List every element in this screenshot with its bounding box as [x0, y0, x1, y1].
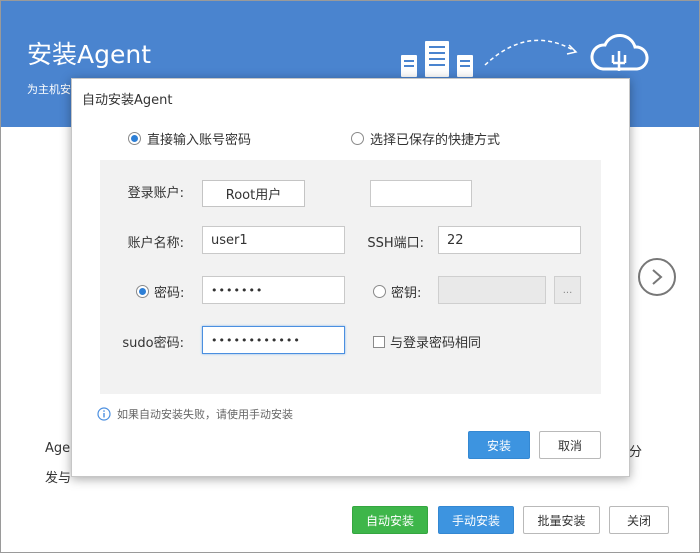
credentials-panel: 登录账户: Root用户 其他用户 账户名称: user1 SSH端口: 22 …: [100, 160, 601, 394]
install-hint-text: 如果自动安装失败，请使用手动安装: [117, 408, 293, 421]
manual-install-button[interactable]: 手动安装: [438, 506, 514, 534]
batch-install-button[interactable]: 批量安装: [523, 506, 600, 534]
chevron-right-icon: [652, 269, 663, 285]
same-as-login-label: 与登录密码相同: [390, 336, 482, 351]
account-name-input[interactable]: user1: [202, 226, 345, 254]
background-description-line1: Age: [45, 441, 71, 456]
install-button[interactable]: 安装: [468, 431, 530, 459]
password-input[interactable]: •••••••: [202, 276, 345, 304]
banner-title: 安装Agent: [27, 40, 151, 69]
auto-install-dialog: 自动安装Agent 直接输入账号密码 选择已保存的快捷方式 登录账户: Root…: [71, 78, 630, 477]
auto-install-button[interactable]: 自动安装: [352, 506, 428, 534]
ssh-port-input[interactable]: 22: [438, 226, 581, 254]
key-label: 密钥:: [391, 286, 422, 301]
password-radio[interactable]: [136, 285, 149, 298]
mode-direct-radio[interactable]: [128, 132, 141, 145]
same-as-login-checkbox[interactable]: [373, 335, 385, 348]
key-option[interactable]: 密钥:: [373, 282, 421, 301]
sudo-password-input[interactable]: ••••••••••••: [202, 326, 345, 354]
mode-direct-option[interactable]: 直接输入账号密码: [128, 129, 251, 148]
password-label: 密码:: [154, 286, 185, 301]
install-agent-window: 安装Agent 为主机安 Age 分 发与 自动安装 手动安装 批量安装 关闭: [0, 0, 700, 553]
account-name-label: 账户名称:: [127, 236, 184, 251]
next-arrow-button[interactable]: [638, 258, 676, 296]
mode-saved-radio[interactable]: [351, 132, 364, 145]
root-user-button[interactable]: Root用户: [202, 180, 305, 207]
sudo-password-label: sudo密码:: [122, 336, 184, 351]
cancel-button[interactable]: 取消: [539, 431, 601, 459]
same-as-login-option[interactable]: 与登录密码相同: [373, 332, 481, 351]
ssh-port-label: SSH端口:: [367, 236, 424, 251]
info-icon: [97, 407, 111, 421]
mode-saved-label: 选择已保存的快捷方式: [370, 133, 501, 148]
login-account-label: 登录账户:: [127, 186, 184, 201]
close-button[interactable]: 关闭: [609, 506, 669, 534]
key-browse-button[interactable]: ...: [554, 276, 581, 304]
mode-direct-label: 直接输入账号密码: [147, 133, 252, 148]
key-input[interactable]: [438, 276, 546, 304]
background-description-line1-tail: 分: [629, 445, 643, 460]
install-hint: 如果自动安装失败，请使用手动安装: [97, 406, 293, 422]
other-user-button[interactable]: 其他用户: [370, 180, 472, 207]
banner-subtitle: 为主机安: [27, 83, 71, 96]
password-option[interactable]: 密码:: [136, 282, 184, 301]
mode-saved-option[interactable]: 选择已保存的快捷方式: [351, 129, 500, 148]
server-cloud-illustration: [401, 34, 649, 77]
background-description-line2: 发与: [45, 471, 72, 486]
key-radio[interactable]: [373, 285, 386, 298]
dialog-title: 自动安装Agent: [82, 93, 173, 108]
